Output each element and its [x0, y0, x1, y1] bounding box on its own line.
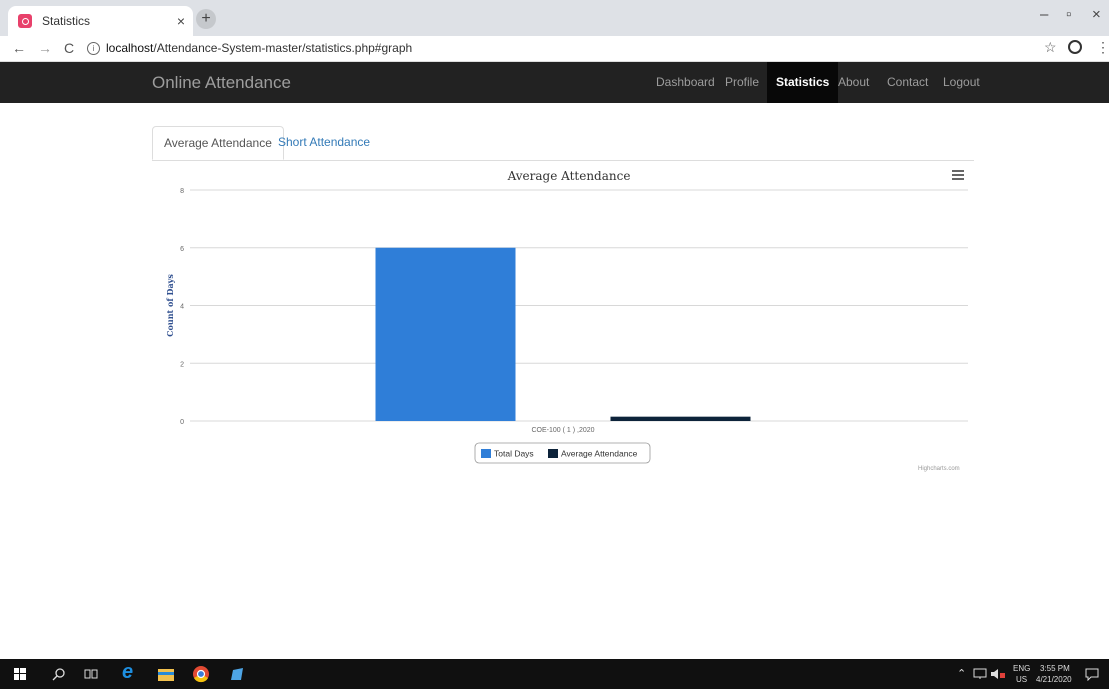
edge-browser-icon[interactable]: e — [122, 661, 133, 684]
legend-item: Average Attendance — [561, 449, 638, 459]
bar-average-attendance — [610, 416, 751, 421]
tab-short-attendance[interactable]: Short Attendance — [267, 126, 381, 160]
legend-swatch — [481, 449, 491, 458]
clock-time[interactable]: 3:55 PM — [1040, 664, 1070, 673]
average-attendance-chart: Average Attendance 0 2 4 6 8 Count of Days COE-… — [165, 169, 968, 464]
legend-item: Total Days — [494, 449, 534, 459]
app-navbar: Online Attendance Dashboard Profile Stat… — [0, 62, 1109, 103]
nav-logout[interactable]: Logout — [943, 75, 980, 89]
navbar-brand[interactable]: Online Attendance — [152, 73, 291, 93]
legend-swatch — [548, 449, 558, 458]
file-explorer-icon[interactable] — [158, 667, 174, 681]
notifications-icon[interactable] — [1085, 668, 1099, 681]
volume-icon[interactable] — [990, 668, 1006, 680]
url-path: /Attendance-System-master/statistics.php… — [153, 41, 413, 55]
back-icon[interactable]: ← — [12, 40, 26, 56]
chart-title: Average Attendance — [507, 169, 631, 183]
maximize-icon[interactable]: ▫ — [1066, 6, 1071, 23]
chrome-icon[interactable] — [192, 665, 210, 683]
tab-close-icon[interactable]: × — [177, 13, 185, 29]
bar-total-days — [375, 247, 516, 421]
new-tab-button[interactable]: + — [196, 9, 216, 29]
y-tick-label: 4 — [180, 304, 184, 311]
attendance-tabs: Average Attendance Short Attendance — [152, 126, 974, 161]
nav-dashboard[interactable]: Dashboard — [656, 75, 715, 89]
minimize-icon[interactable]: – — [1040, 6, 1048, 23]
address-bar: ← → C i localhost/Attendance-System-mast… — [0, 36, 1109, 62]
store-app-icon[interactable] — [230, 666, 246, 682]
profile-avatar-icon[interactable] — [1068, 40, 1082, 54]
y-tick-label: 2 — [180, 361, 184, 368]
site-favicon-icon — [18, 14, 32, 28]
task-view-icon[interactable] — [84, 667, 98, 681]
clock-date[interactable]: 4/21/2020 — [1036, 675, 1072, 684]
chart-menu-icon[interactable] — [952, 170, 964, 182]
chart-credits[interactable]: Highcharts.com — [918, 466, 960, 472]
nav-statistics[interactable]: Statistics — [767, 62, 839, 103]
language-bottom[interactable]: US — [1016, 675, 1027, 684]
browser-menu-icon[interactable]: ⋮ — [1096, 39, 1109, 56]
bookmark-star-icon[interactable]: ☆ — [1044, 39, 1057, 56]
tray-chevron-icon[interactable]: ⌃ — [957, 667, 966, 680]
network-icon[interactable] — [973, 668, 987, 680]
language-top[interactable]: ENG — [1013, 664, 1030, 673]
windows-taskbar: e ⌃ ENG US 3:55 PM 4/21/2020 — [0, 659, 1109, 689]
browser-tab-bar: Statistics × + – ▫ × — [0, 0, 1109, 36]
browser-tab-title: Statistics — [42, 14, 91, 28]
y-tick-label: 8 — [180, 188, 184, 195]
windows-start-icon[interactable] — [14, 668, 26, 680]
search-icon[interactable] — [52, 667, 66, 681]
x-tick-label: COE-100 ( 1 ) ,2020 — [531, 427, 594, 434]
url-host: localhost — [106, 41, 154, 55]
nav-about[interactable]: About — [838, 75, 869, 89]
reload-icon[interactable]: C — [64, 40, 74, 56]
forward-icon[interactable]: → — [38, 40, 52, 56]
nav-contact[interactable]: Contact — [887, 75, 928, 89]
tab-average-attendance[interactable]: Average Attendance — [152, 126, 284, 160]
nav-profile[interactable]: Profile — [725, 75, 759, 89]
browser-tab[interactable]: Statistics × — [8, 6, 193, 36]
url-field[interactable]: localhost/Attendance-System-master/stati… — [106, 41, 412, 55]
y-tick-label: 0 — [180, 419, 184, 426]
y-tick-label: 6 — [180, 246, 184, 253]
window-close-icon[interactable]: × — [1092, 6, 1101, 23]
site-info-icon[interactable]: i — [87, 42, 100, 55]
y-axis-label: Count of Days — [165, 274, 175, 337]
